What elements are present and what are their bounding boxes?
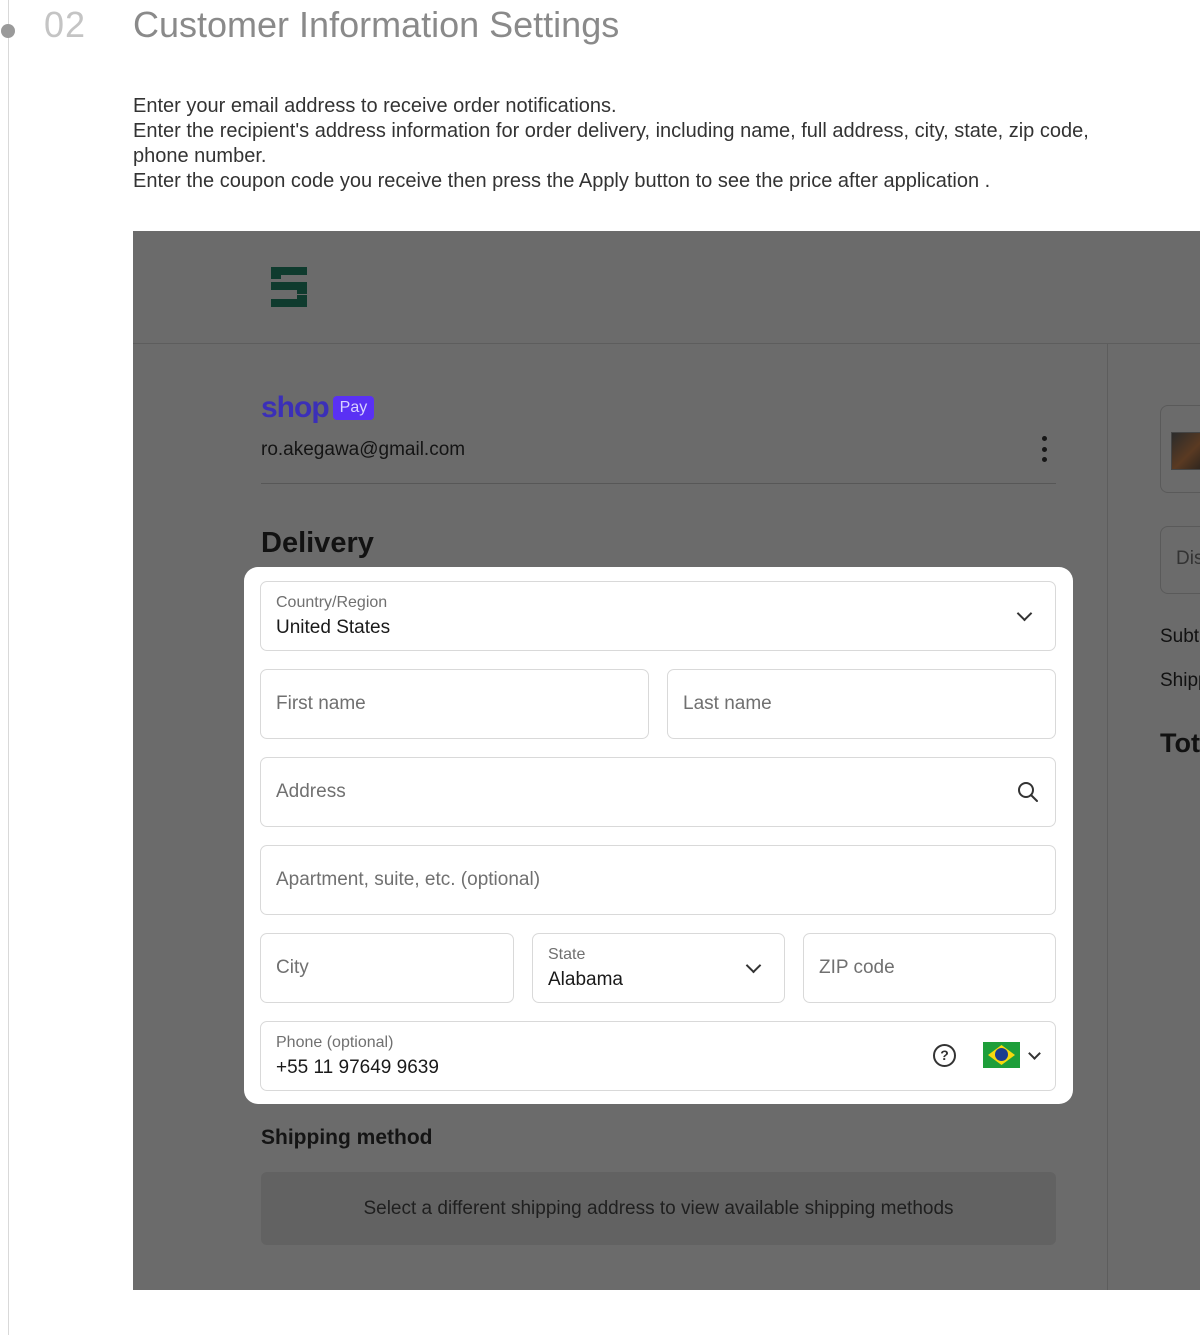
brazil-flag-icon[interactable] — [983, 1042, 1020, 1068]
instructions: Enter your email address to receive orde… — [133, 94, 1123, 194]
kebab-menu-icon[interactable] — [1037, 436, 1051, 462]
apartment-field[interactable]: Apartment, suite, etc. (optional) — [260, 845, 1056, 915]
instruction-address: Enter the recipient's address informatio… — [133, 120, 1089, 167]
checkout-header — [133, 231, 1200, 344]
instruction-email: Enter your email address to receive orde… — [133, 95, 617, 117]
discount-code-field[interactable]: Dis — [1160, 526, 1200, 594]
chevron-down-icon — [1016, 605, 1033, 622]
store-logo-icon[interactable] — [267, 265, 311, 309]
country-select[interactable]: Country/Region United States — [260, 581, 1056, 651]
shipping-method-heading: Shipping method — [261, 1126, 433, 1149]
step-number: 02 — [44, 4, 87, 45]
phone-label: Phone (optional) — [276, 1034, 394, 1051]
help-circle-icon[interactable]: ? — [933, 1044, 956, 1067]
chevron-down-icon — [745, 957, 762, 974]
country-label: Country/Region — [276, 594, 388, 611]
delivery-heading: Delivery — [261, 527, 374, 559]
shop-pay-logo: shop Pay — [261, 391, 375, 425]
chevron-down-icon[interactable] — [1028, 1047, 1041, 1060]
total-label: Tota — [1160, 728, 1200, 758]
city-placeholder: City — [276, 957, 309, 978]
first-name-placeholder: First name — [276, 693, 366, 714]
last-name-placeholder: Last name — [683, 693, 772, 714]
state-value: Alabama — [548, 969, 623, 990]
address-field[interactable]: Address — [260, 757, 1056, 827]
section-title: Customer Information Settings — [133, 4, 620, 45]
delivery-form-highlight: Country/Region United States First name … — [244, 567, 1073, 1104]
state-select[interactable]: State Alabama — [532, 933, 785, 1003]
city-field[interactable]: City — [260, 933, 514, 1003]
order-item-card — [1160, 405, 1200, 493]
phone-value: +55 11 97649 9639 — [276, 1057, 439, 1078]
zip-placeholder: ZIP code — [819, 957, 895, 978]
search-icon[interactable] — [1017, 781, 1039, 803]
first-name-field[interactable]: First name — [260, 669, 649, 739]
shop-pay-wordmark: shop — [261, 391, 330, 424]
product-thumbnail — [1171, 432, 1200, 470]
divider — [261, 483, 1056, 484]
state-label: State — [548, 946, 586, 963]
shop-pay-badge: Pay — [332, 396, 375, 420]
account-email: ro.akegawa@gmail.com — [261, 439, 466, 460]
timeline-line — [8, 0, 9, 1335]
country-value: United States — [276, 617, 391, 638]
address-placeholder: Address — [276, 781, 346, 802]
column-divider — [1107, 343, 1108, 1290]
shipping-method-notice: Select a different shipping address to v… — [261, 1172, 1056, 1245]
last-name-field[interactable]: Last name — [667, 669, 1056, 739]
zip-code-field[interactable]: ZIP code — [803, 933, 1056, 1003]
phone-field[interactable]: Phone (optional) +55 11 97649 9639 ? — [260, 1021, 1056, 1091]
timeline-dot — [1, 24, 15, 38]
discount-placeholder: Dis — [1176, 548, 1200, 569]
instruction-coupon: Enter the coupon code you receive then p… — [133, 170, 991, 192]
shipping-label: Shipp — [1160, 670, 1200, 691]
apartment-placeholder: Apartment, suite, etc. (optional) — [276, 869, 541, 890]
subtotal-label: Subt — [1160, 626, 1200, 647]
